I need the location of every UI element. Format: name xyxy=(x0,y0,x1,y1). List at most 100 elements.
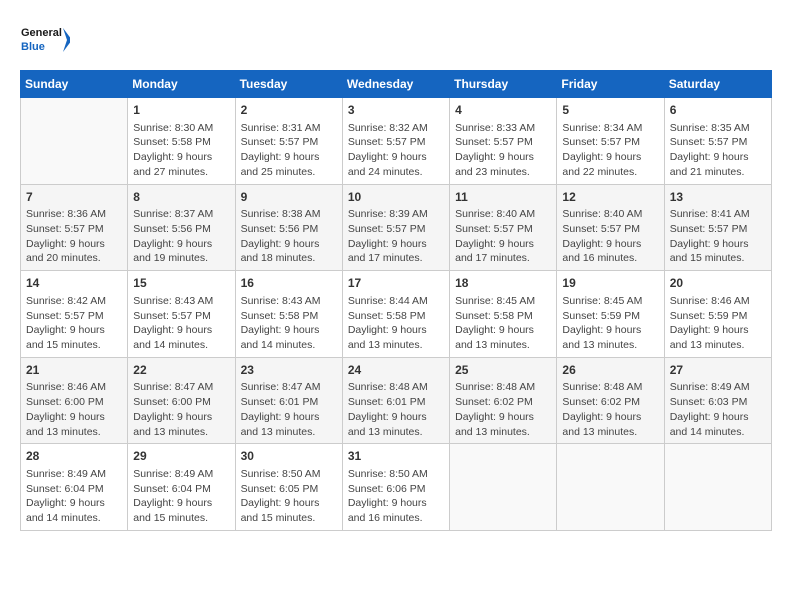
cell-content: Sunrise: 8:38 AMSunset: 5:56 PMDaylight:… xyxy=(241,207,337,266)
cell-content: Sunrise: 8:31 AMSunset: 5:57 PMDaylight:… xyxy=(241,121,337,180)
calendar-cell: 26Sunrise: 8:48 AMSunset: 6:02 PMDayligh… xyxy=(557,357,664,444)
cell-content: Sunrise: 8:39 AMSunset: 5:57 PMDaylight:… xyxy=(348,207,444,266)
calendar-week-row: 7Sunrise: 8:36 AMSunset: 5:57 PMDaylight… xyxy=(21,184,772,271)
day-number: 31 xyxy=(348,448,444,465)
day-number: 29 xyxy=(133,448,229,465)
day-number: 26 xyxy=(562,362,658,379)
calendar-cell: 3 Sunrise: 8:32 AMSunset: 5:57 PMDaylight… xyxy=(342,98,449,185)
page-header: General Blue xyxy=(20,20,772,60)
calendar-cell: 2 Sunrise: 8:31 AMSunset: 5:57 PMDaylight… xyxy=(235,98,342,185)
weekday-header-tuesday: Tuesday xyxy=(235,71,342,98)
cell-content: Sunrise: 8:50 AMSunset: 6:06 PMDaylight:… xyxy=(348,467,444,526)
day-number: 2 xyxy=(241,102,337,119)
day-number: 11 xyxy=(455,189,551,206)
day-number: 27 xyxy=(670,362,766,379)
calendar-cell: 8Sunrise: 8:37 AMSunset: 5:56 PMDaylight… xyxy=(128,184,235,271)
calendar-cell: 11Sunrise: 8:40 AMSunset: 5:57 PMDayligh… xyxy=(450,184,557,271)
day-number: 16 xyxy=(241,275,337,292)
day-number: 18 xyxy=(455,275,551,292)
cell-content: Sunrise: 8:50 AMSunset: 6:05 PMDaylight:… xyxy=(241,467,337,526)
weekday-header-thursday: Thursday xyxy=(450,71,557,98)
calendar-cell: 19 Sunrise: 8:45 AMSunset: 5:59 PMDayligh… xyxy=(557,271,664,358)
calendar-cell: 31 Sunrise: 8:50 AMSunset: 6:06 PMDayligh… xyxy=(342,444,449,531)
calendar-cell: 14 Sunrise: 8:42 AMSunset: 5:57 PMDayligh… xyxy=(21,271,128,358)
day-number: 9 xyxy=(241,189,337,206)
calendar-cell: 18 Sunrise: 8:45 AMSunset: 5:58 PMDayligh… xyxy=(450,271,557,358)
cell-content: Sunrise: 8:34 AMSunset: 5:57 PMDaylight:… xyxy=(562,121,658,180)
calendar-cell: 16 Sunrise: 8:43 AMSunset: 5:58 PMDayligh… xyxy=(235,271,342,358)
calendar-week-row: 14 Sunrise: 8:42 AMSunset: 5:57 PMDayligh… xyxy=(21,271,772,358)
cell-content: Sunrise: 8:33 AMSunset: 5:57 PMDaylight:… xyxy=(455,121,551,180)
cell-content: Sunrise: 8:42 AMSunset: 5:57 PMDaylight:… xyxy=(26,294,122,353)
cell-content: Sunrise: 8:49 AMSunset: 6:04 PMDaylight:… xyxy=(26,467,122,526)
cell-content: Sunrise: 8:36 AMSunset: 5:57 PMDaylight:… xyxy=(26,207,122,266)
cell-content: Sunrise: 8:47 AMSunset: 6:00 PMDaylight:… xyxy=(133,380,229,439)
calendar-cell: 17Sunrise: 8:44 AMSunset: 5:58 PMDayligh… xyxy=(342,271,449,358)
weekday-header-saturday: Saturday xyxy=(664,71,771,98)
day-number: 20 xyxy=(670,275,766,292)
day-number: 4 xyxy=(455,102,551,119)
calendar-cell: 23Sunrise: 8:47 AMSunset: 6:01 PMDayligh… xyxy=(235,357,342,444)
day-number: 21 xyxy=(26,362,122,379)
cell-content: Sunrise: 8:41 AMSunset: 5:57 PMDaylight:… xyxy=(670,207,766,266)
svg-text:General: General xyxy=(21,27,62,39)
calendar-cell: 28 Sunrise: 8:49 AMSunset: 6:04 PMDayligh… xyxy=(21,444,128,531)
day-number: 24 xyxy=(348,362,444,379)
cell-content: Sunrise: 8:43 AMSunset: 5:57 PMDaylight:… xyxy=(133,294,229,353)
weekday-header-monday: Monday xyxy=(128,71,235,98)
day-number: 10 xyxy=(348,189,444,206)
cell-content: Sunrise: 8:30 AMSunset: 5:58 PMDaylight:… xyxy=(133,121,229,180)
cell-content: Sunrise: 8:32 AMSunset: 5:57 PMDaylight:… xyxy=(348,121,444,180)
cell-content: Sunrise: 8:40 AMSunset: 5:57 PMDaylight:… xyxy=(455,207,551,266)
calendar-cell: 15 Sunrise: 8:43 AMSunset: 5:57 PMDayligh… xyxy=(128,271,235,358)
calendar-cell: 1 Sunrise: 8:30 AMSunset: 5:58 PMDaylight… xyxy=(128,98,235,185)
cell-content: Sunrise: 8:43 AMSunset: 5:58 PMDaylight:… xyxy=(241,294,337,353)
day-number: 30 xyxy=(241,448,337,465)
calendar-cell: 5 Sunrise: 8:34 AMSunset: 5:57 PMDaylight… xyxy=(557,98,664,185)
cell-content: Sunrise: 8:49 AMSunset: 6:04 PMDaylight:… xyxy=(133,467,229,526)
day-number: 8 xyxy=(133,189,229,206)
calendar-cell xyxy=(21,98,128,185)
cell-content: Sunrise: 8:46 AMSunset: 5:59 PMDaylight:… xyxy=(670,294,766,353)
cell-content: Sunrise: 8:48 AMSunset: 6:02 PMDaylight:… xyxy=(562,380,658,439)
calendar-header-row: SundayMondayTuesdayWednesdayThursdayFrid… xyxy=(21,71,772,98)
cell-content: Sunrise: 8:49 AMSunset: 6:03 PMDaylight:… xyxy=(670,380,766,439)
weekday-header-friday: Friday xyxy=(557,71,664,98)
day-number: 5 xyxy=(562,102,658,119)
calendar-cell xyxy=(664,444,771,531)
calendar-cell: 12Sunrise: 8:40 AMSunset: 5:57 PMDayligh… xyxy=(557,184,664,271)
day-number: 3 xyxy=(348,102,444,119)
day-number: 7 xyxy=(26,189,122,206)
day-number: 19 xyxy=(562,275,658,292)
calendar-cell xyxy=(557,444,664,531)
cell-content: Sunrise: 8:40 AMSunset: 5:57 PMDaylight:… xyxy=(562,207,658,266)
calendar-cell: 30 Sunrise: 8:50 AMSunset: 6:05 PMDayligh… xyxy=(235,444,342,531)
day-number: 6 xyxy=(670,102,766,119)
weekday-header-wednesday: Wednesday xyxy=(342,71,449,98)
calendar-cell: 20 Sunrise: 8:46 AMSunset: 5:59 PMDayligh… xyxy=(664,271,771,358)
cell-content: Sunrise: 8:45 AMSunset: 5:58 PMDaylight:… xyxy=(455,294,551,353)
calendar-cell: 21Sunrise: 8:46 AMSunset: 6:00 PMDayligh… xyxy=(21,357,128,444)
day-number: 22 xyxy=(133,362,229,379)
cell-content: Sunrise: 8:45 AMSunset: 5:59 PMDaylight:… xyxy=(562,294,658,353)
day-number: 12 xyxy=(562,189,658,206)
cell-content: Sunrise: 8:46 AMSunset: 6:00 PMDaylight:… xyxy=(26,380,122,439)
cell-content: Sunrise: 8:35 AMSunset: 5:57 PMDaylight:… xyxy=(670,121,766,180)
day-number: 13 xyxy=(670,189,766,206)
cell-content: Sunrise: 8:47 AMSunset: 6:01 PMDaylight:… xyxy=(241,380,337,439)
logo: General Blue xyxy=(20,20,70,60)
calendar-cell: 22Sunrise: 8:47 AMSunset: 6:00 PMDayligh… xyxy=(128,357,235,444)
day-number: 1 xyxy=(133,102,229,119)
calendar-table: SundayMondayTuesdayWednesdayThursdayFrid… xyxy=(20,70,772,531)
calendar-week-row: 21Sunrise: 8:46 AMSunset: 6:00 PMDayligh… xyxy=(21,357,772,444)
day-number: 15 xyxy=(133,275,229,292)
calendar-cell: 29 Sunrise: 8:49 AMSunset: 6:04 PMDayligh… xyxy=(128,444,235,531)
cell-content: Sunrise: 8:48 AMSunset: 6:02 PMDaylight:… xyxy=(455,380,551,439)
svg-text:Blue: Blue xyxy=(21,41,45,53)
day-number: 28 xyxy=(26,448,122,465)
day-number: 17 xyxy=(348,275,444,292)
cell-content: Sunrise: 8:37 AMSunset: 5:56 PMDaylight:… xyxy=(133,207,229,266)
day-number: 23 xyxy=(241,362,337,379)
day-number: 14 xyxy=(26,275,122,292)
calendar-cell: 7Sunrise: 8:36 AMSunset: 5:57 PMDaylight… xyxy=(21,184,128,271)
